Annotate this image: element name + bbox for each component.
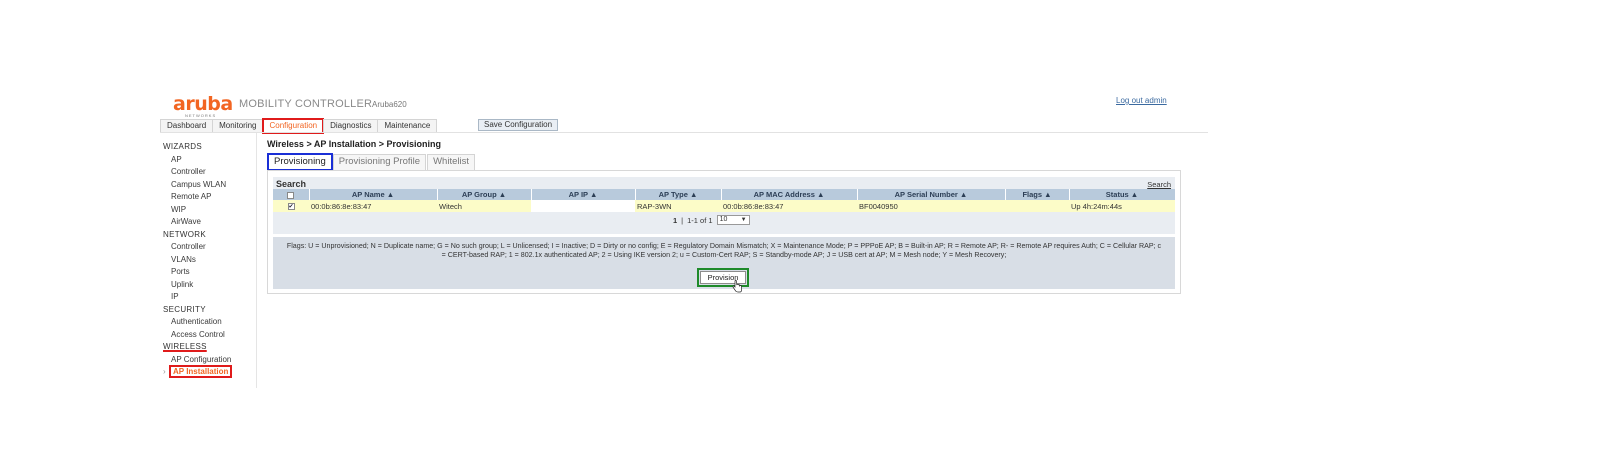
cell-ap-type: RAP-3WN: [635, 200, 721, 212]
hand-cursor-icon: [732, 280, 742, 293]
cell-ap-mac: 00:0b:86:8e:83:47: [721, 200, 857, 212]
tab-whitelist[interactable]: Whitelist: [427, 154, 475, 170]
logout-link[interactable]: Log out admin: [1116, 96, 1167, 105]
col-ap-mac[interactable]: AP MAC Address ▲: [721, 189, 858, 200]
sidebar-item-wizard-ap[interactable]: AP: [163, 154, 255, 167]
search-section: Search Search AP Name ▲ AP Group ▲ AP IP…: [273, 177, 1176, 234]
chevron-down-icon: ▼: [740, 217, 747, 223]
col-ap-group[interactable]: AP Group ▲: [437, 189, 532, 200]
pager-separator: |: [681, 215, 684, 225]
sidebar-item-network-controller[interactable]: Controller: [163, 241, 255, 254]
sidebar-item-ap-configuration[interactable]: AP Configuration: [163, 354, 255, 367]
col-ap-ip[interactable]: AP IP ▲: [531, 189, 636, 200]
col-ap-serial[interactable]: AP Serial Number ▲: [857, 189, 1006, 200]
product-title: MOBILITY CONTROLLER: [239, 98, 373, 110]
col-ap-name[interactable]: AP Name ▲: [309, 189, 438, 200]
col-status[interactable]: Status ▲: [1069, 189, 1176, 200]
page-size-value: 10: [719, 216, 728, 223]
sidebar-item-airwave[interactable]: AirWave: [163, 216, 255, 229]
sidebar-section-wizards: WIZARDS: [163, 142, 202, 151]
cell-ap-serial: BF0040950: [857, 200, 1005, 212]
sidebar-item-wip[interactable]: WIP: [163, 204, 255, 217]
pager-current-page[interactable]: 1: [673, 216, 677, 225]
row-checkbox[interactable]: ✔: [287, 203, 295, 211]
pagination: 1 | 1-1 of 1 10 ▼: [673, 215, 750, 225]
sidebar-section-security: SECURITY: [163, 304, 206, 314]
table-row[interactable]: ✔ 00:0b:86:8e:83:47 Witech RAP-3WN 00:0b…: [273, 200, 1175, 212]
cell-ap-ip: [531, 200, 635, 212]
cell-ap-name: 00:0b:86:8e:83:47: [309, 200, 437, 212]
sidebar-item-ip[interactable]: IP: [163, 291, 255, 304]
sidebar-item-authentication[interactable]: Authentication: [163, 316, 255, 329]
tab-provisioning[interactable]: Provisioning: [267, 153, 333, 171]
row-select-cell[interactable]: ✔: [273, 200, 309, 212]
sidebar-item-label: AP Installation: [168, 365, 233, 378]
flags-legend-box: Flags: U = Unprovisioned; N = Duplicate …: [273, 237, 1175, 293]
controller-hostname: Aruba620: [372, 100, 407, 109]
breadcrumb: Wireless > AP Installation > Provisionin…: [267, 139, 441, 149]
cell-ap-group: Witech: [437, 200, 531, 212]
tab-monitoring[interactable]: Monitoring: [212, 119, 263, 133]
tab-maintenance[interactable]: Maintenance: [377, 119, 438, 133]
select-all-checkbox[interactable]: [287, 191, 295, 199]
sidebar-item-vlans[interactable]: VLANs: [163, 254, 255, 267]
sidebar-item-access-control[interactable]: Access Control: [163, 329, 255, 342]
col-ap-type[interactable]: AP Type ▲: [635, 189, 722, 200]
flags-legend: Flags: U = Unprovisioned; N = Duplicate …: [286, 242, 1162, 259]
logo-wordmark: aruba: [173, 93, 233, 115]
caret-right-icon: ›: [163, 367, 166, 376]
tab-diagnostics[interactable]: Diagnostics: [323, 119, 378, 133]
top-navigation: Dashboard Monitoring Configuration Diagn…: [160, 118, 438, 134]
table-header-row: AP Name ▲ AP Group ▲ AP IP ▲ AP Type ▲ A…: [273, 189, 1176, 200]
select-all-header[interactable]: [273, 189, 310, 200]
ap-table: AP Name ▲ AP Group ▲ AP IP ▲ AP Type ▲ A…: [273, 189, 1176, 212]
sidebar-item-ports[interactable]: Ports: [163, 266, 255, 279]
header-divider: [160, 132, 1208, 133]
controller-app: aruba NETWORKS MOBILITY CONTROLLER Aruba…: [160, 88, 1208, 388]
provisioning-panel: Search Search AP Name ▲ AP Group ▲ AP IP…: [267, 170, 1181, 294]
sidebar-section-wireless: WIRELESS: [163, 342, 207, 351]
tab-configuration[interactable]: Configuration: [261, 118, 325, 134]
sidebar-item-campus-wlan[interactable]: Campus WLAN: [163, 179, 255, 192]
cell-flags: [1005, 200, 1069, 212]
pager-range: 1-1 of 1: [687, 215, 713, 225]
sidebar-item-ap-installation[interactable]: › AP Installation: [163, 365, 255, 379]
sidebar-item-remote-ap[interactable]: Remote AP: [163, 191, 255, 204]
cell-status: Up 4h:24m:44s: [1069, 200, 1175, 212]
subtab-bar: Provisioning Provisioning Profile Whitel…: [267, 153, 476, 171]
sidebar-section-network: NETWORK: [163, 229, 206, 239]
page-size-select[interactable]: 10 ▼: [716, 215, 750, 225]
sidebar: WIZARDS AP Controller Campus WLAN Remote…: [163, 141, 255, 379]
col-flags[interactable]: Flags ▲: [1005, 189, 1070, 200]
sidebar-divider: [256, 133, 257, 388]
tab-provisioning-profile[interactable]: Provisioning Profile: [332, 154, 427, 170]
tab-dashboard[interactable]: Dashboard: [160, 119, 213, 133]
search-title: Search: [276, 179, 307, 189]
save-configuration-button[interactable]: Save Configuration: [478, 119, 559, 131]
sidebar-item-uplink[interactable]: Uplink: [163, 279, 255, 292]
sidebar-item-wizard-controller[interactable]: Controller: [163, 166, 255, 179]
aruba-logo: aruba NETWORKS: [173, 93, 233, 119]
search-link[interactable]: Search: [1147, 180, 1171, 189]
